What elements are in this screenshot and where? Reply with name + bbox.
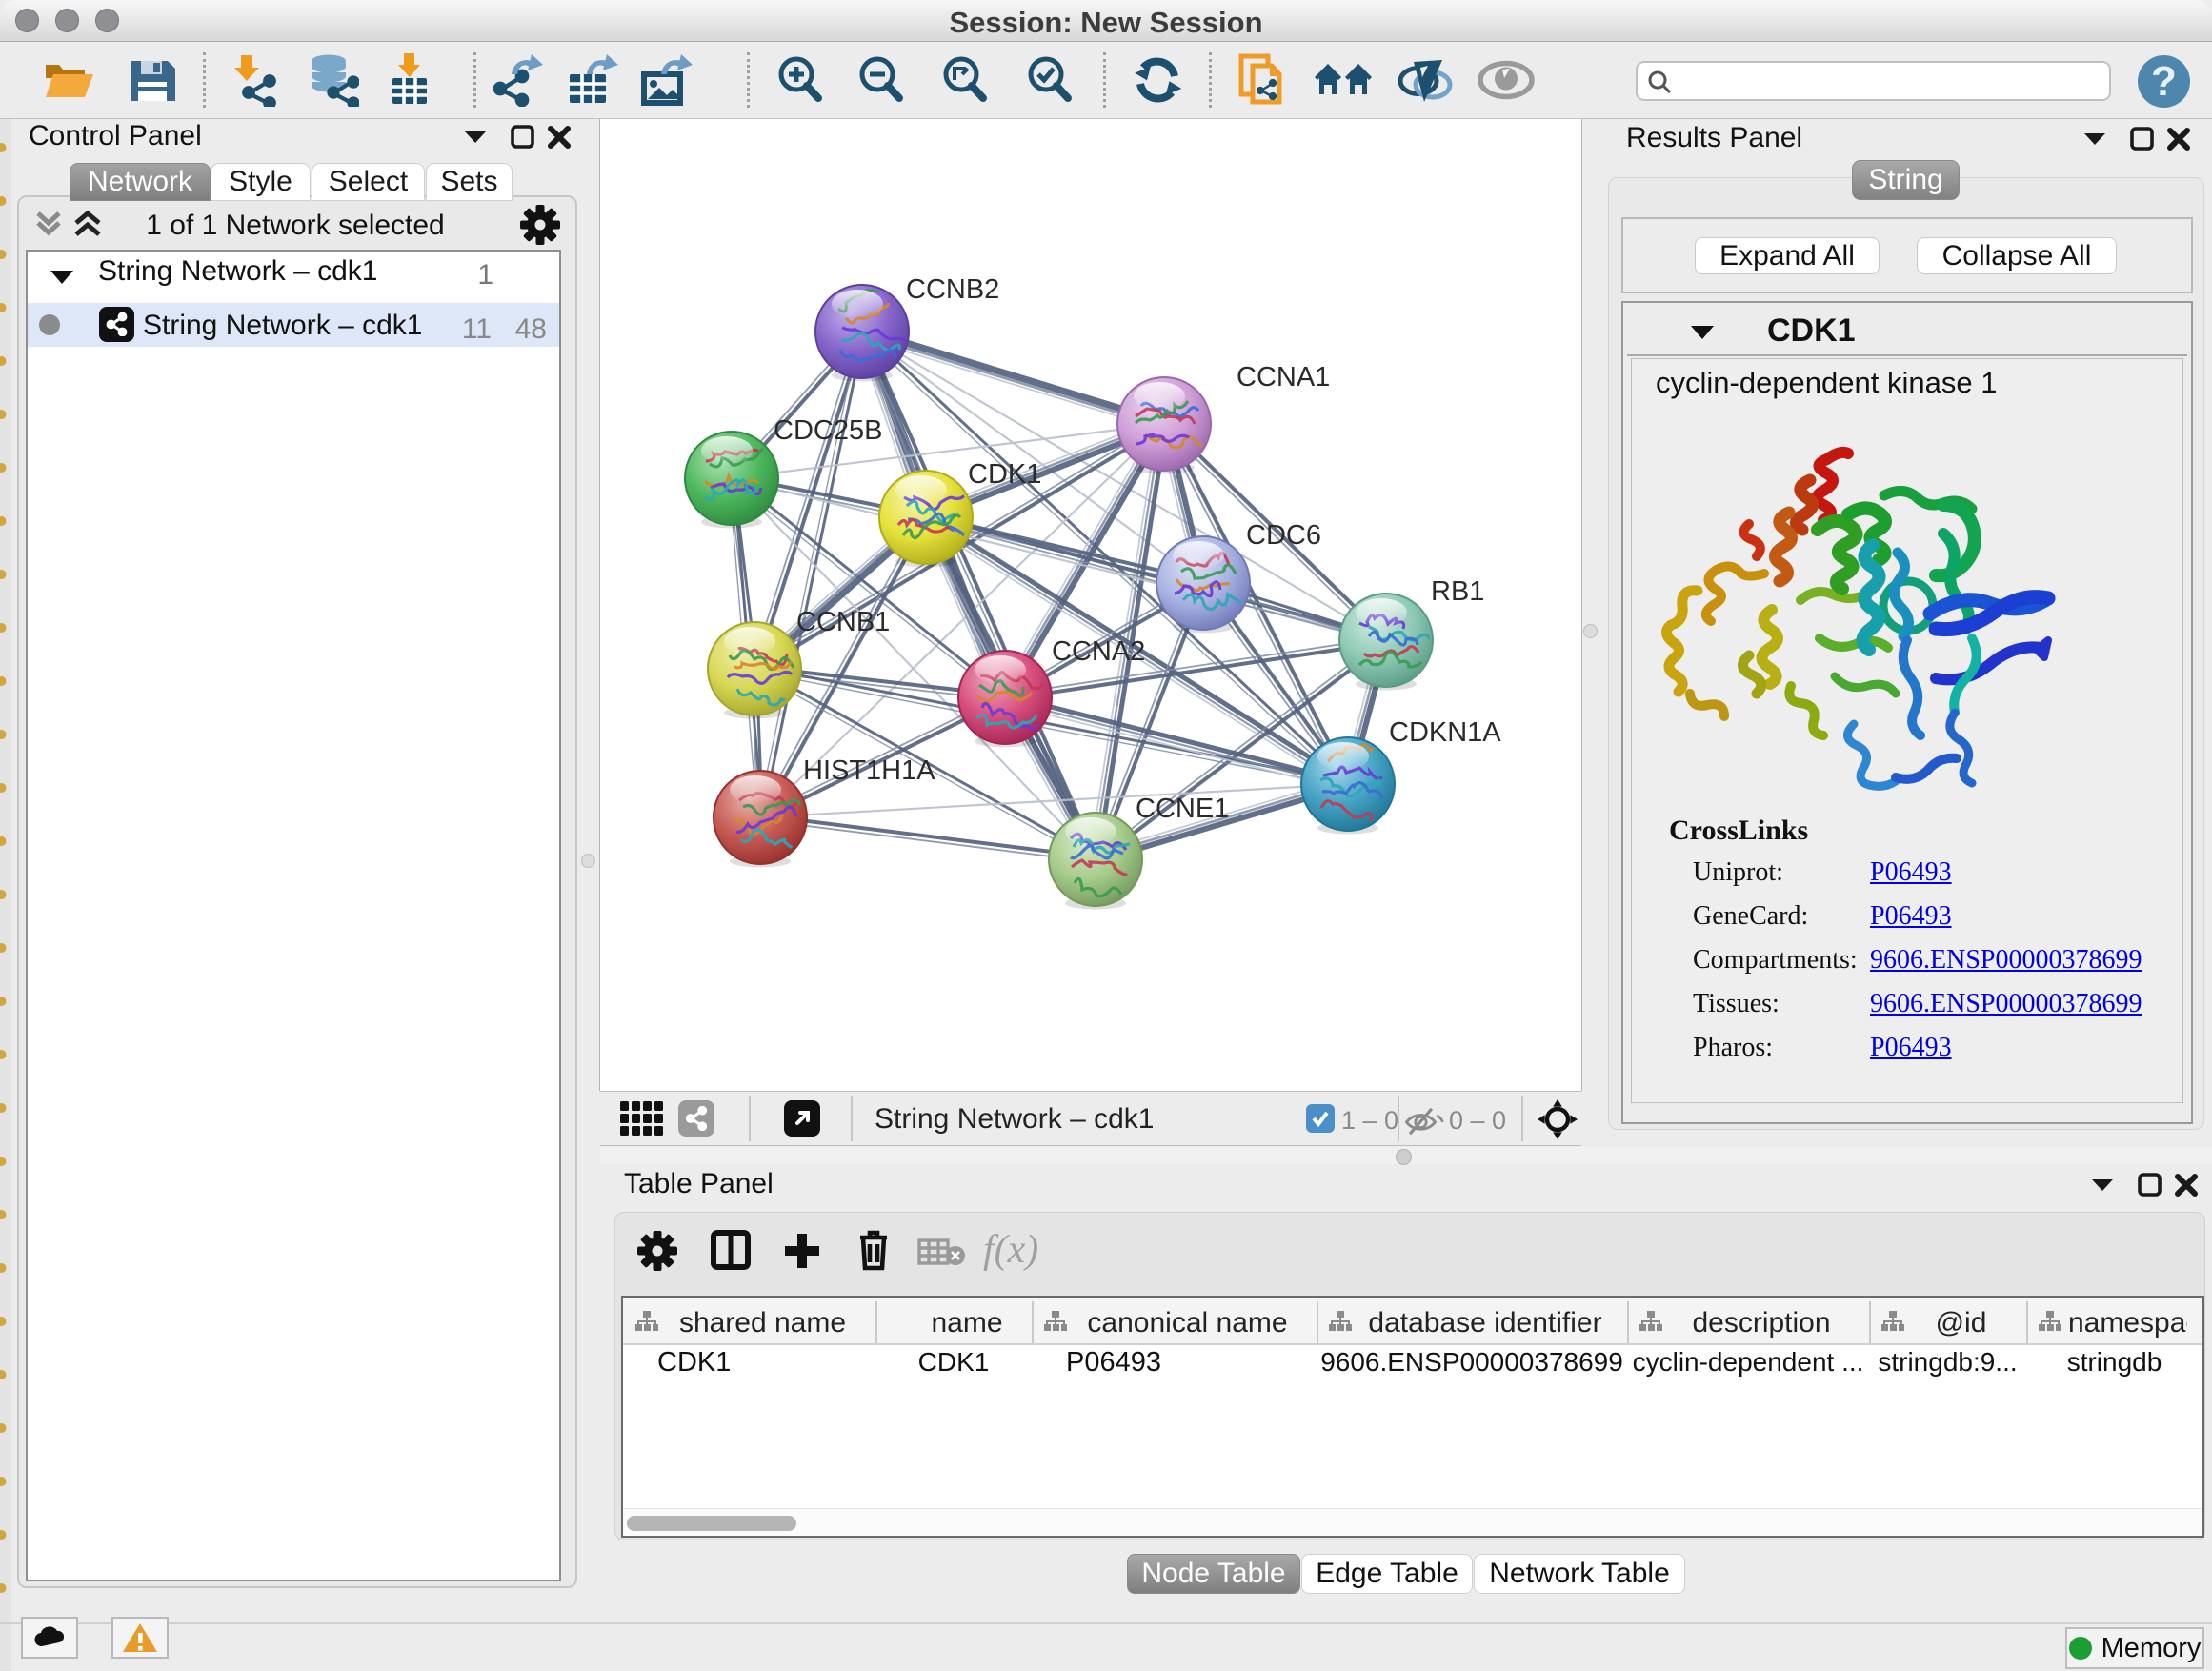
svg-text:RB1: RB1 bbox=[1431, 576, 1484, 607]
svg-text:CCNA1: CCNA1 bbox=[1237, 362, 1330, 393]
svg-text:CDC6: CDC6 bbox=[1246, 520, 1321, 551]
svg-text:CDK1: CDK1 bbox=[968, 459, 1041, 490]
svg-text:CCNA2: CCNA2 bbox=[1052, 636, 1145, 667]
svg-text:HIST1H1A: HIST1H1A bbox=[803, 755, 935, 786]
svg-text:CDC25B: CDC25B bbox=[774, 415, 882, 446]
svg-text:CCNE1: CCNE1 bbox=[1136, 794, 1229, 824]
svg-text:CCNB2: CCNB2 bbox=[906, 274, 999, 305]
svg-text:CDKN1A: CDKN1A bbox=[1389, 717, 1501, 748]
svg-text:CCNB1: CCNB1 bbox=[796, 607, 890, 637]
